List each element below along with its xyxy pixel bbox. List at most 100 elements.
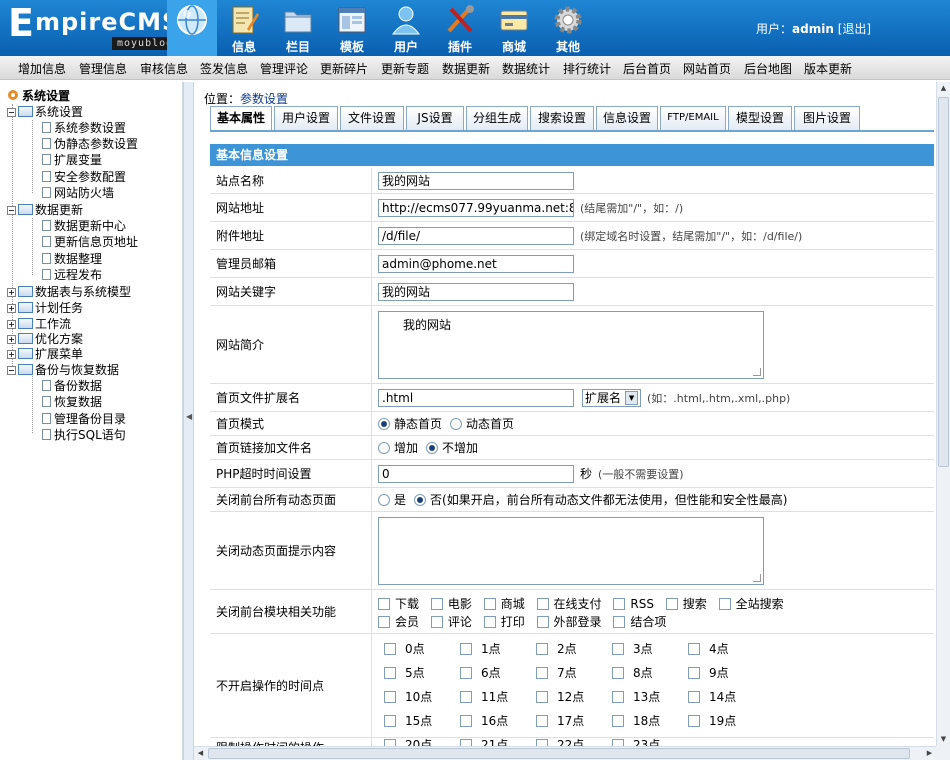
chk-download[interactable]: 下载 xyxy=(378,597,419,611)
tree-item-update-urls[interactable]: 更新信息页地址 xyxy=(42,234,138,250)
tab-user[interactable]: 用户设置 xyxy=(274,106,338,130)
chk-hour-8[interactable]: 8点 xyxy=(606,664,682,688)
checkbox[interactable] xyxy=(688,643,700,655)
tab-basic[interactable]: 基本属性 xyxy=(210,106,272,131)
checkbox[interactable] xyxy=(384,715,396,727)
checkbox[interactable] xyxy=(536,715,548,727)
checkbox[interactable] xyxy=(612,667,624,679)
menu-add-info[interactable]: 增加信息 xyxy=(18,60,66,77)
chk-hour-2[interactable]: 2点 xyxy=(530,640,606,664)
chk-hour-10[interactable]: 10点 xyxy=(378,688,454,712)
checkbox[interactable] xyxy=(536,667,548,679)
logout-link[interactable]: [退出] xyxy=(838,22,871,36)
checkbox[interactable] xyxy=(378,616,390,628)
nav-plugin[interactable]: 插件 xyxy=(435,0,485,56)
chk-hour-16[interactable]: 16点 xyxy=(454,712,530,736)
checkbox[interactable] xyxy=(536,691,548,703)
expand-icon[interactable] xyxy=(7,320,16,329)
resize-grip-icon[interactable] xyxy=(753,367,761,376)
collapse-icon[interactable] xyxy=(7,206,16,215)
nav-info[interactable]: 信息 xyxy=(219,0,269,56)
horizontal-scrollbar[interactable]: ◀ ▶ xyxy=(194,746,936,760)
radio-dynamic-index[interactable]: 动态首页 xyxy=(450,415,514,432)
menu-admin-map[interactable]: 后台地图 xyxy=(744,60,792,77)
tab-search[interactable]: 搜索设置 xyxy=(530,106,594,130)
radio-unchecked[interactable] xyxy=(378,442,390,454)
tree-item-firewall[interactable]: 网站防火墙 xyxy=(42,185,114,201)
menu-rank-stats[interactable]: 排行统计 xyxy=(563,60,611,77)
tree-group-backup[interactable]: 备份与恢复数据 xyxy=(7,362,119,378)
intro-textarea[interactable]: 我的网站 xyxy=(378,310,764,379)
menu-sign-info[interactable]: 签发信息 xyxy=(200,60,248,77)
radio-checked[interactable] xyxy=(378,418,390,430)
nav-shop[interactable]: 商城 xyxy=(489,0,539,56)
chk-hour-7[interactable]: 7点 xyxy=(530,664,606,688)
expand-icon[interactable] xyxy=(7,304,16,313)
tree-group-ext-menu[interactable]: 扩展菜单 xyxy=(7,346,83,362)
radio-close-yes[interactable]: 是 xyxy=(378,491,406,508)
chk-hour-5[interactable]: 5点 xyxy=(378,664,454,688)
vertical-scrollbar[interactable]: ▲ ▼ xyxy=(936,82,950,746)
tree-group-optimize[interactable]: 优化方案 xyxy=(7,331,83,347)
checkbox[interactable] xyxy=(460,715,472,727)
scroll-up-icon[interactable]: ▲ xyxy=(937,82,950,95)
chk-comment[interactable]: 评论 xyxy=(430,615,472,629)
chk-combo[interactable]: 结合项 xyxy=(613,615,666,629)
scroll-thumb[interactable] xyxy=(208,748,910,759)
checkbox[interactable] xyxy=(613,598,626,610)
checkbox[interactable] xyxy=(536,616,549,628)
tree-group-data-update[interactable]: 数据更新 xyxy=(7,202,83,218)
chk-hour-6[interactable]: 6点 xyxy=(454,664,530,688)
scroll-left-icon[interactable]: ◀ xyxy=(194,747,207,760)
checkbox[interactable] xyxy=(612,643,624,655)
radio-checked[interactable] xyxy=(414,494,427,506)
checkbox[interactable] xyxy=(460,691,472,703)
close-tip-textarea[interactable] xyxy=(378,516,764,585)
chk-hour-18[interactable]: 18点 xyxy=(606,712,682,736)
breadcrumb-link[interactable]: 参数设置 xyxy=(240,92,288,106)
keywords-input[interactable]: 我的网站 xyxy=(378,282,574,301)
chk-external-login[interactable]: 外部登录 xyxy=(536,615,602,629)
chk-member[interactable]: 会员 xyxy=(378,615,419,629)
menu-data-update[interactable]: 数据更新 xyxy=(442,60,490,77)
tree-item-restore-data[interactable]: 恢复数据 xyxy=(42,394,102,410)
site-url-input[interactable]: http://ecms077.99yuanma.net:8888/ xyxy=(378,198,574,217)
checkbox[interactable] xyxy=(384,643,396,655)
scroll-right-icon[interactable]: ▶ xyxy=(923,747,936,760)
tree-item-rewrite-params[interactable]: 伪静态参数设置 xyxy=(42,136,138,152)
tree-item-backup-dirs[interactable]: 管理备份目录 xyxy=(42,411,126,427)
site-name-input[interactable]: 我的网站 xyxy=(378,171,574,190)
nav-template[interactable]: 模板 xyxy=(327,0,377,56)
chk-online-pay[interactable]: 在线支付 xyxy=(536,597,602,611)
collapse-icon[interactable] xyxy=(7,366,16,375)
resize-grip-icon[interactable] xyxy=(753,573,761,582)
tab-group-gen[interactable]: 分组生成 xyxy=(466,106,528,130)
radio-static-index[interactable]: 静态首页 xyxy=(378,415,442,432)
tree-group-system-settings[interactable]: 系统设置 xyxy=(7,104,83,120)
menu-update-topics[interactable]: 更新专题 xyxy=(381,60,429,77)
nav-column[interactable]: 栏目 xyxy=(273,0,323,56)
radio-unchecked[interactable] xyxy=(378,494,390,506)
tree-item-data-tidy[interactable]: 数据整理 xyxy=(42,251,102,267)
checkbox[interactable] xyxy=(612,691,624,703)
radio-no-filename[interactable]: 不增加 xyxy=(426,439,478,456)
checkbox[interactable] xyxy=(384,667,396,679)
scroll-down-icon[interactable]: ▼ xyxy=(937,733,950,746)
checkbox[interactable] xyxy=(483,598,496,610)
tab-info[interactable]: 信息设置 xyxy=(596,106,658,130)
ext-select[interactable]: 扩展名 ▼ xyxy=(582,388,642,407)
checkbox[interactable] xyxy=(430,616,443,628)
menu-site-home[interactable]: 网站首页 xyxy=(683,60,731,77)
checkbox[interactable] xyxy=(613,616,626,628)
radio-unchecked[interactable] xyxy=(450,418,463,430)
chk-hour-15[interactable]: 15点 xyxy=(378,712,454,736)
tree-item-system-params[interactable]: 系统参数设置 xyxy=(42,120,126,136)
sidebar-splitter[interactable]: ◀ xyxy=(183,82,194,760)
chk-site-search[interactable]: 全站搜索 xyxy=(718,597,784,611)
tab-js[interactable]: JS设置 xyxy=(406,106,464,130)
chk-hour-0[interactable]: 0点 xyxy=(378,640,454,664)
menu-data-stats[interactable]: 数据统计 xyxy=(502,60,550,77)
checkbox[interactable] xyxy=(536,643,548,655)
menu-manage-info[interactable]: 管理信息 xyxy=(79,60,127,77)
collapse-icon[interactable] xyxy=(7,108,16,117)
